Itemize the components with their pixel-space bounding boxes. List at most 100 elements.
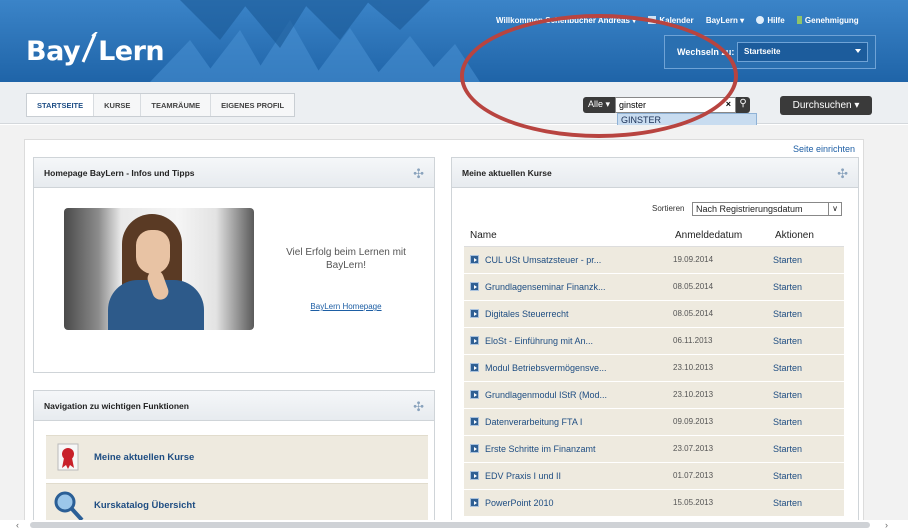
start-course-link[interactable]: Starten: [769, 354, 844, 382]
approval-icon: [796, 16, 802, 24]
welcome-text: Viel Erfolg beim Lernen mit BayLern!: [286, 247, 406, 271]
tab-kurse[interactable]: KURSE: [94, 94, 142, 116]
table-row: Datenverarbeitung FTA I 09.09.2013 Starten: [464, 408, 844, 436]
start-course-link[interactable]: Starten: [769, 435, 844, 463]
panel-homepage: Homepage BayLern - Infos und Tipps ✣ Vie…: [33, 157, 435, 373]
scroll-right-icon[interactable]: ›: [885, 520, 888, 529]
magnifier-icon: [54, 491, 84, 522]
award-ribbon-icon: [57, 443, 79, 471]
baylern-logo[interactable]: Bay Lern: [26, 28, 165, 67]
scrollbar-thumb[interactable]: [30, 522, 870, 528]
baylern-menu[interactable]: BayLern ▾: [706, 16, 744, 25]
course-name: Modul Betriebsvermögensve...: [485, 362, 607, 373]
course-name: CUL USt Umsatzsteuer - pr...: [485, 254, 602, 265]
tab-startseite[interactable]: STARTSEITE: [27, 94, 95, 116]
course-name-link[interactable]: CUL USt Umsatzsteuer - pr...: [464, 246, 669, 274]
nav-item-my-courses[interactable]: Meine aktuellen Kurse: [46, 435, 428, 479]
clear-icon[interactable]: ×: [726, 99, 731, 109]
baylern-homepage-link[interactable]: BayLern Homepage: [266, 302, 426, 311]
course-name-link[interactable]: EloSt - Einführung mit An...: [464, 327, 669, 355]
course-name-link[interactable]: Modul Betriebsvermögensve...: [464, 354, 669, 382]
course-date: 08.05.2014: [669, 300, 769, 328]
start-course-link[interactable]: Starten: [769, 408, 844, 436]
scroll-left-icon[interactable]: ‹: [16, 520, 19, 529]
course-date: 08.05.2014: [669, 273, 769, 301]
column-header-date[interactable]: Anmeldedatum: [669, 226, 769, 247]
course-icon: [470, 470, 479, 480]
panel-navigation-title: Navigation zu wichtigen Funktionen: [44, 401, 189, 411]
table-row: Grundlagenmodul IStR (Mod... 23.10.2013 St…: [464, 381, 844, 409]
tab-eigenes-profil[interactable]: EIGENES PROFIL: [211, 94, 294, 116]
course-name-link[interactable]: Erste Schritte im Finanzamt: [464, 435, 669, 463]
course-date: 06.11.2013: [669, 327, 769, 355]
table-row: Modul Betriebsvermögensve... 23.10.2013 St…: [464, 354, 844, 382]
horizontal-scrollbar[interactable]: ‹ ›: [0, 520, 908, 529]
logo-slash-icon: [81, 32, 98, 63]
page-container: Seite einrichten Homepage BayLern - Info…: [24, 139, 864, 529]
table-row: PowerPoint 2010 15.05.2013 Starten: [464, 489, 844, 517]
table-row: Digitales Steuerrecht 08.05.2014 Starten: [464, 300, 844, 328]
help-icon: [756, 16, 765, 24]
panel-courses-title: Meine aktuellen Kurse: [462, 168, 552, 178]
start-course-link[interactable]: Starten: [769, 489, 844, 517]
course-date: 23.07.2013: [669, 435, 769, 463]
table-row: CUL USt Umsatzsteuer - pr... 19.09.2014 St…: [464, 246, 844, 274]
sort-select[interactable]: Nach Registrierungsdatum ∨: [692, 202, 842, 216]
course-date: 01.07.2013: [669, 462, 769, 490]
course-name: Erste Schritte im Finanzamt: [485, 443, 596, 454]
start-course-link[interactable]: Starten: [769, 246, 844, 274]
move-icon[interactable]: ✣: [837, 166, 848, 182]
browse-button[interactable]: Durchsuchen ▾: [780, 96, 872, 115]
header-bar: Bay Lern Willkommen Schenbucher Andreas ▾…: [0, 0, 908, 82]
tab-teamraeume[interactable]: TEAMRÄUME: [141, 94, 212, 116]
start-course-link[interactable]: Starten: [769, 381, 844, 409]
course-date: 09.09.2013: [669, 408, 769, 436]
switch-to-select[interactable]: Startseite: [737, 42, 868, 62]
switch-to-value: Startseite: [744, 47, 781, 56]
course-name: EDV Praxis I und II: [485, 470, 562, 481]
start-course-link[interactable]: Starten: [769, 273, 844, 301]
start-course-link[interactable]: Starten: [769, 462, 844, 490]
course-name-link[interactable]: PowerPoint 2010: [464, 489, 669, 517]
course-name-link[interactable]: Grundlagenseminar Finanzk...: [464, 273, 669, 301]
column-header-name[interactable]: Name: [464, 226, 669, 247]
courses-table: Name Anmeldedatum Aktionen CUL USt Umsat…: [464, 226, 844, 517]
start-course-link[interactable]: Starten: [769, 327, 844, 355]
content-area: Seite einrichten Homepage BayLern - Info…: [0, 125, 908, 529]
sort-value: Nach Registrierungsdatum: [696, 204, 803, 214]
chevron-down-icon: [855, 49, 861, 53]
student-photo: [64, 208, 254, 330]
course-name-link[interactable]: Grundlagenmodul IStR (Mod...: [464, 381, 669, 409]
move-icon[interactable]: ✣: [413, 166, 424, 182]
panel-homepage-title: Homepage BayLern - Infos und Tipps: [44, 168, 195, 178]
sort-label: Sortieren: [652, 204, 685, 213]
table-row: Erste Schritte im Finanzamt 23.07.2013 Sta…: [464, 435, 844, 463]
course-date: 23.10.2013: [669, 354, 769, 382]
help-link[interactable]: Hilfe: [756, 16, 785, 25]
course-name-link[interactable]: EDV Praxis I und II: [464, 462, 669, 490]
start-course-link[interactable]: Starten: [769, 300, 844, 328]
search-icon[interactable]: ⚲: [736, 97, 751, 113]
nav-item-label: Kurskatalog Übersicht: [94, 500, 196, 511]
main-tabs: STARTSEITE KURSE TEAMRÄUME EIGENES PROFI…: [26, 93, 296, 117]
course-name-link[interactable]: Digitales Steuerrecht: [464, 300, 669, 328]
search-filter-dropdown[interactable]: Alle ▾: [583, 97, 616, 113]
switch-to-box: Wechseln zu: Startseite: [664, 35, 876, 69]
course-icon: [470, 254, 479, 264]
course-icon: [470, 308, 479, 318]
welcome-user-menu[interactable]: Willkommen Schenbucher Andreas ▾: [496, 16, 636, 25]
course-name: EloSt - Einführung mit An...: [485, 335, 594, 346]
course-icon: [470, 443, 479, 453]
approval-link[interactable]: Genehmigung: [796, 16, 859, 25]
calendar-link[interactable]: Kalender: [648, 16, 694, 25]
course-name-link[interactable]: Datenverarbeitung FTA I: [464, 408, 669, 436]
course-icon: [470, 389, 479, 399]
course-name: Datenverarbeitung FTA I: [485, 416, 583, 427]
column-header-actions: Aktionen: [769, 226, 844, 247]
course-name: Digitales Steuerrecht: [485, 308, 569, 319]
page-setup-link[interactable]: Seite einrichten: [793, 144, 855, 154]
calendar-icon: [648, 16, 657, 24]
move-icon[interactable]: ✣: [413, 399, 424, 415]
search-bar: Alle ▾ ginster × ⚲: [583, 97, 755, 113]
search-input[interactable]: ginster ×: [615, 97, 737, 113]
